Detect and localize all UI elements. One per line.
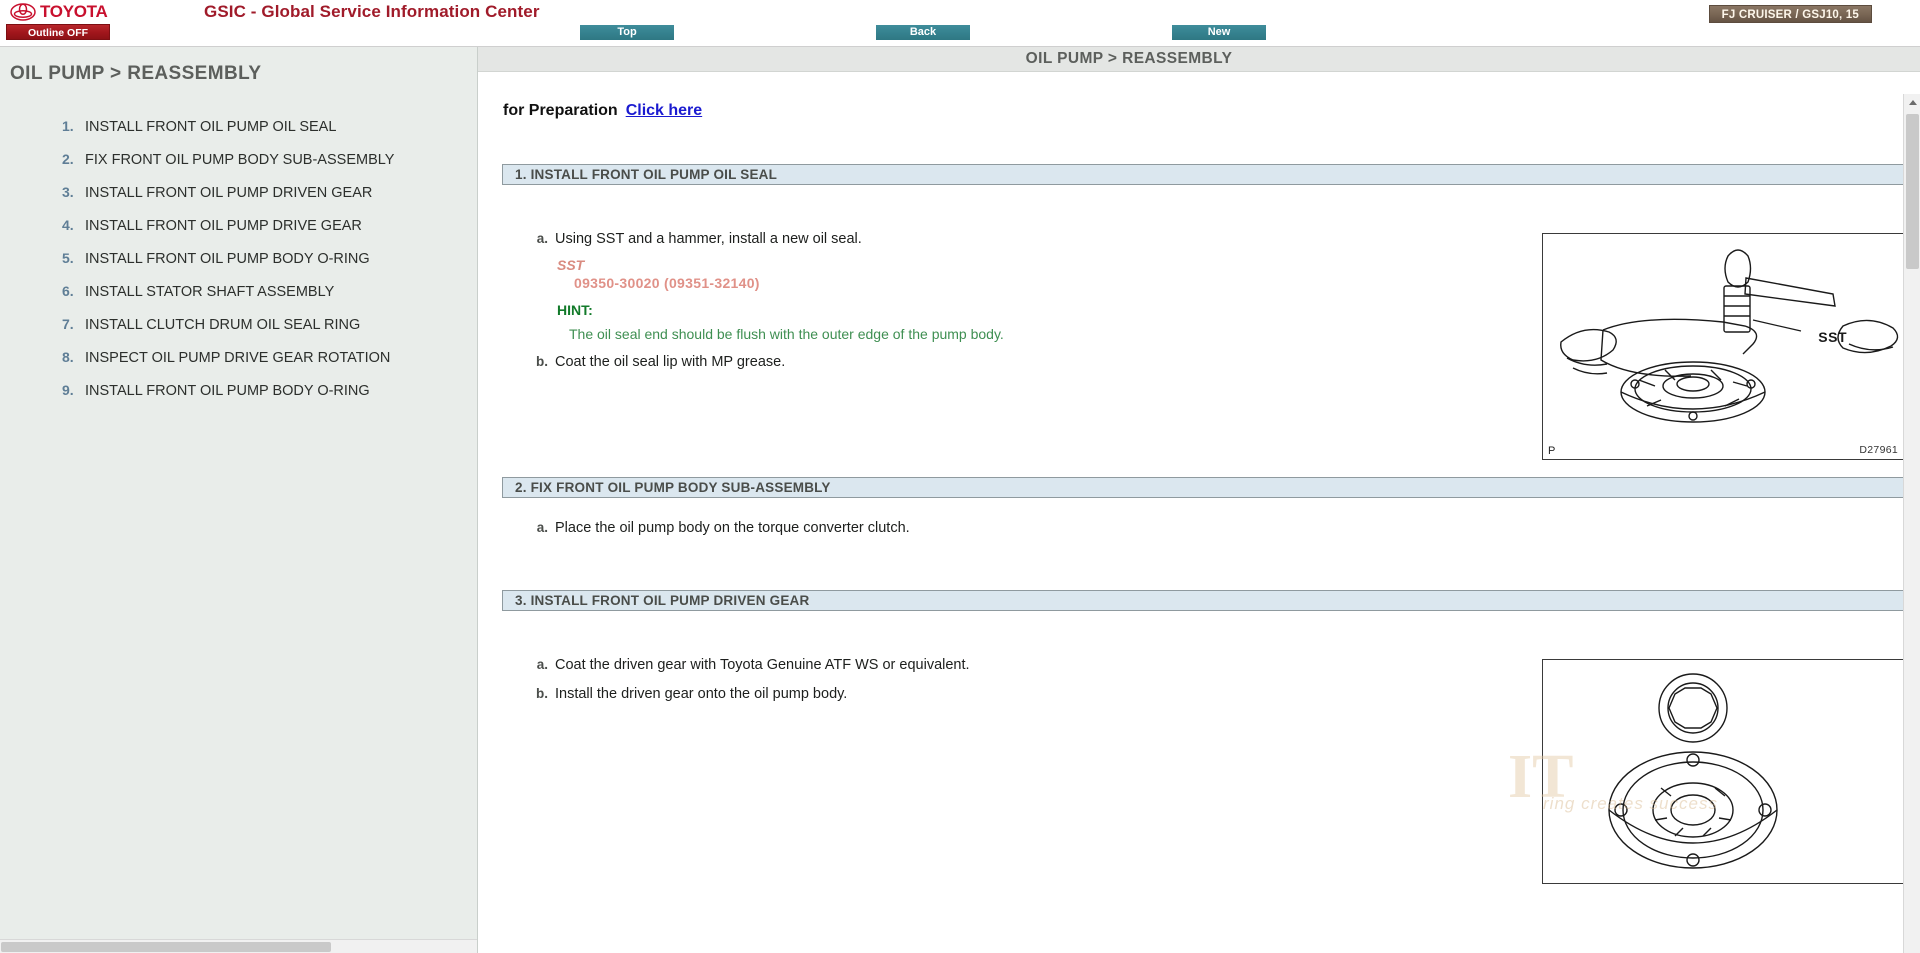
step-letter: a. bbox=[536, 231, 548, 246]
sidebar-item-number: 6. bbox=[62, 283, 74, 299]
sidebar-scrollbar-thumb[interactable] bbox=[1, 942, 331, 952]
sidebar-item-number: 9. bbox=[62, 382, 74, 398]
sidebar-item-3[interactable]: 3. INSTALL FRONT OIL PUMP DRIVEN GEAR bbox=[0, 184, 477, 217]
scroll-up-arrow-icon[interactable] bbox=[1904, 94, 1920, 111]
sidebar-procedure-list: 1. INSTALL FRONT OIL PUMP OIL SEAL 2. FI… bbox=[0, 118, 477, 415]
sidebar-item-2[interactable]: 2. FIX FRONT OIL PUMP BODY SUB-ASSEMBLY bbox=[0, 151, 477, 184]
sidebar-item-5[interactable]: 5. INSTALL FRONT OIL PUMP BODY O-RING bbox=[0, 250, 477, 283]
sidebar-item-number: 4. bbox=[62, 217, 74, 233]
sidebar-item-number: 1. bbox=[62, 118, 74, 134]
oil-seal-install-illustration bbox=[1560, 249, 1899, 423]
sidebar-item-1[interactable]: 1. INSTALL FRONT OIL PUMP OIL SEAL bbox=[0, 118, 477, 151]
sidebar-item-label: INSTALL FRONT OIL PUMP OIL SEAL bbox=[85, 119, 337, 135]
step-text: Place the oil pump body on the torque co… bbox=[555, 520, 910, 536]
driven-gear-install-illustration bbox=[1608, 673, 1778, 869]
sidebar-item-6[interactable]: 6. INSTALL STATOR SHAFT ASSEMBLY bbox=[0, 283, 477, 316]
section-body-1: a. Using SST and a hammer, install a new… bbox=[502, 231, 1906, 481]
sidebar-item-label: INSTALL FRONT OIL PUMP DRIVEN GEAR bbox=[85, 185, 373, 201]
workspace: OIL PUMP > REASSEMBLY 1. INSTALL FRONT O… bbox=[0, 47, 1920, 953]
step-text: Coat the driven gear with Toyota Genuine… bbox=[555, 657, 970, 673]
section-body-3: a. Coat the driven gear with Toyota Genu… bbox=[502, 657, 1906, 897]
toyota-emblem-icon bbox=[10, 3, 36, 21]
nav-top-button[interactable]: Top bbox=[580, 25, 674, 40]
vehicle-model-badge: FJ CRUISER / GSJ10, 15 bbox=[1708, 5, 1872, 23]
sidebar-item-label: INSTALL STATOR SHAFT ASSEMBLY bbox=[85, 284, 335, 300]
toyota-wordmark: TOYOTA bbox=[40, 2, 108, 21]
step-letter: a. bbox=[536, 657, 548, 672]
step-text: Coat the oil seal lip with MP grease. bbox=[555, 354, 786, 370]
figure-sst-callout: SST bbox=[1818, 329, 1847, 345]
top-bar: TOYOTA GSIC - Global Service Information… bbox=[0, 0, 1920, 47]
figure-driven-gear-install bbox=[1542, 659, 1906, 884]
sidebar-item-label: INSTALL FRONT OIL PUMP BODY O-RING bbox=[85, 251, 370, 267]
breadcrumb: OIL PUMP > REASSEMBLY bbox=[1025, 50, 1233, 67]
sidebar-navigation: OIL PUMP > REASSEMBLY 1. INSTALL FRONT O… bbox=[0, 47, 478, 953]
sidebar-item-number: 8. bbox=[62, 349, 74, 365]
preparation-click-here-link[interactable]: Click here bbox=[626, 102, 702, 119]
outline-toggle-button[interactable]: Outline OFF bbox=[6, 24, 110, 40]
step-text: Using SST and a hammer, install a new oi… bbox=[555, 231, 862, 247]
step-letter: b. bbox=[536, 686, 548, 701]
sidebar-title: OIL PUMP > REASSEMBLY bbox=[10, 63, 262, 84]
sidebar-item-number: 2. bbox=[62, 151, 74, 167]
step-letter: a. bbox=[536, 520, 548, 535]
step-2a: a. Place the oil pump body on the torque… bbox=[535, 520, 1890, 536]
step-letter: b. bbox=[536, 354, 548, 369]
sidebar-item-label: INSTALL FRONT OIL PUMP DRIVE GEAR bbox=[85, 218, 362, 234]
sidebar-item-label: INSTALL CLUTCH DRUM OIL SEAL RING bbox=[85, 317, 361, 333]
app-title: GSIC - Global Service Information Center bbox=[204, 2, 540, 21]
preparation-line: for Preparation Click here bbox=[503, 102, 1890, 120]
breadcrumb-bar: OIL PUMP > REASSEMBLY bbox=[478, 47, 1920, 72]
figure-reference-code: D27961 bbox=[1859, 444, 1898, 456]
nav-back-button[interactable]: Back bbox=[876, 25, 970, 40]
step-text: Install the driven gear onto the oil pum… bbox=[555, 686, 848, 702]
sidebar-item-number: 5. bbox=[62, 250, 74, 266]
sidebar-item-8[interactable]: 8. INSPECT OIL PUMP DRIVE GEAR ROTATION bbox=[0, 349, 477, 382]
sidebar-horizontal-scrollbar[interactable] bbox=[0, 939, 477, 953]
sidebar-item-label: INSPECT OIL PUMP DRIVE GEAR ROTATION bbox=[85, 350, 391, 366]
sidebar-item-number: 3. bbox=[62, 184, 74, 200]
sidebar-item-9[interactable]: 9. INSTALL FRONT OIL PUMP BODY O-RING bbox=[0, 382, 477, 415]
sidebar-item-label: INSTALL FRONT OIL PUMP BODY O-RING bbox=[85, 383, 370, 399]
section-body-2: a. Place the oil pump body on the torque… bbox=[502, 520, 1890, 598]
section-heading-1: 1. INSTALL FRONT OIL PUMP OIL SEAL bbox=[502, 164, 1914, 185]
scrollbar-thumb[interactable] bbox=[1906, 114, 1919, 269]
page-vertical-scrollbar[interactable] bbox=[1903, 94, 1920, 953]
main-content: OIL PUMP > REASSEMBLY for Preparation Cli… bbox=[478, 47, 1920, 953]
sidebar-item-label: FIX FRONT OIL PUMP BODY SUB-ASSEMBLY bbox=[85, 152, 395, 168]
sidebar-item-7[interactable]: 7. INSTALL CLUTCH DRUM OIL SEAL RING bbox=[0, 316, 477, 349]
nav-new-button[interactable]: New bbox=[1172, 25, 1266, 40]
sidebar-item-4[interactable]: 4. INSTALL FRONT OIL PUMP DRIVE GEAR bbox=[0, 217, 477, 250]
sidebar-item-number: 7. bbox=[62, 316, 74, 332]
document-body: for Preparation Click here 1. INSTALL FRO… bbox=[478, 72, 1920, 897]
preparation-label: for Preparation bbox=[503, 102, 618, 119]
figure-corner-mark: P bbox=[1548, 445, 1556, 457]
figure-oil-seal-install: SST P D27961 bbox=[1542, 233, 1906, 460]
toyota-logo: TOYOTA bbox=[10, 2, 108, 22]
